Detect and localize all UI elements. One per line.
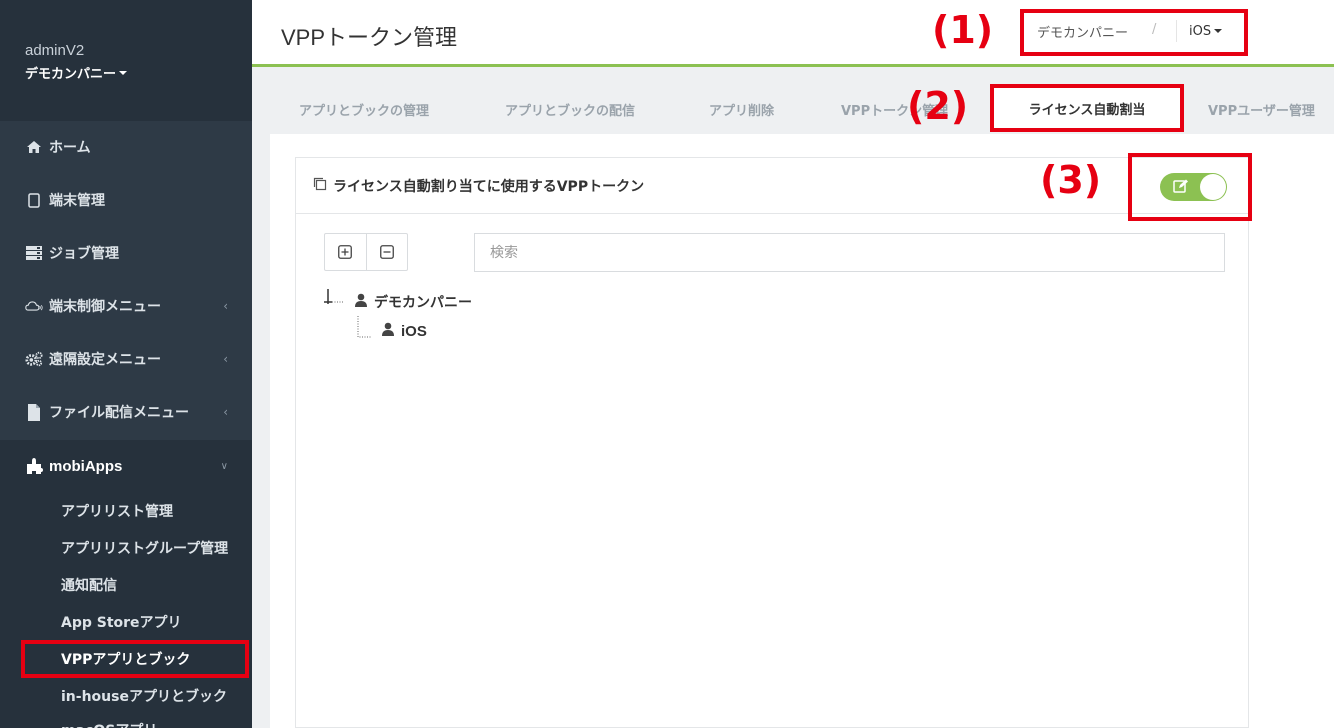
sidebar-item-device-control[interactable]: 端末制御メニュー ‹ <box>0 286 252 326</box>
plus-square-icon <box>338 245 353 259</box>
sidebar-item-label: ジョブ管理 <box>49 246 119 262</box>
cogs-icon <box>25 350 43 368</box>
cloud-icon <box>25 297 43 315</box>
os-selector[interactable]: iOS <box>1176 20 1240 42</box>
sidebar-item-home[interactable]: ホーム <box>0 127 252 167</box>
tree-node-label: iOS <box>401 322 427 340</box>
sidebar-item-remote-settings[interactable]: 遠隔設定メニュー ‹ <box>0 339 252 379</box>
annotation-1: (1) <box>932 8 994 52</box>
tree-node-company[interactable]: デモカンパニー <box>354 292 472 312</box>
chevron-left-icon: ‹ <box>223 299 228 313</box>
highlight-vpp-apps <box>21 640 249 678</box>
breadcrumb-separator: / <box>1152 22 1157 37</box>
box-title-text: ライセンス自動割り当てに使用するVPPトークン <box>333 179 645 195</box>
user-icon <box>354 293 368 311</box>
chevron-left-icon: ‹ <box>223 405 228 419</box>
subnav-app-list[interactable]: アプリリスト管理 <box>61 501 173 521</box>
home-icon <box>25 138 43 156</box>
page-title: VPPトークン管理 <box>281 25 458 50</box>
subnav-app-list-group[interactable]: アプリリストグループ管理 <box>61 538 228 558</box>
subnav-macos-apps[interactable]: macOSアプリ <box>61 720 157 728</box>
breadcrumb-company[interactable]: デモカンパニー <box>1037 22 1128 41</box>
minus-square-icon <box>380 245 394 259</box>
sidebar-item-jobs[interactable]: ジョブ管理 <box>0 233 252 273</box>
chevron-down-icon: ∨ <box>220 460 228 472</box>
sidebar-item-mobiapps[interactable]: mobiApps ∨ <box>0 446 252 486</box>
sidebar-item-label: ファイル配信メニュー <box>49 405 189 421</box>
annotation-3: (3) <box>1040 158 1102 202</box>
sidebar-item-label: 端末制御メニュー <box>49 299 161 315</box>
collapse-all-button[interactable] <box>365 234 407 270</box>
expand-all-button[interactable] <box>325 234 366 270</box>
caret-down-icon <box>119 70 128 75</box>
subnav-app-store-apps[interactable]: App Storeアプリ <box>61 612 182 632</box>
box-title: ライセンス自動割り当てに使用するVPPトークン <box>312 176 644 196</box>
tree-buttons <box>324 233 408 271</box>
edit-toggle[interactable] <box>1160 173 1227 201</box>
server-icon <box>25 244 43 262</box>
tab-app-book-manage[interactable]: アプリとブックの管理 <box>299 100 429 119</box>
copy-icon <box>312 176 328 196</box>
tree-node-ios[interactable]: iOS <box>381 322 427 340</box>
sidebar-header: adminV2 デモカンパニー <box>0 0 252 121</box>
chevron-left-icon: ‹ <box>223 352 228 366</box>
search-input[interactable] <box>474 233 1225 272</box>
subnav-notification[interactable]: 通知配信 <box>61 575 117 595</box>
tab-license-auto-assign[interactable]: ライセンス自動割当 <box>990 84 1184 132</box>
sidebar-item-label: 端末管理 <box>49 193 105 209</box>
tab-app-book-delivery[interactable]: アプリとブックの配信 <box>505 100 635 119</box>
company-selector[interactable]: デモカンパニー <box>25 63 128 82</box>
sidebar-item-devices[interactable]: 端末管理 <box>0 180 252 220</box>
tree-node-label: デモカンパニー <box>374 295 472 311</box>
sidebar-item-label: 遠隔設定メニュー <box>49 352 161 368</box>
tab-app-delete[interactable]: アプリ削除 <box>709 100 774 119</box>
annotation-2: (2) <box>907 84 969 128</box>
caret-down-icon <box>1214 29 1223 33</box>
sidebar-item-file-delivery[interactable]: ファイル配信メニュー ‹ <box>0 392 252 432</box>
sidebar-item-label: mobiApps <box>49 457 123 475</box>
tablet-icon <box>25 191 43 209</box>
sidebar: adminV2 デモカンパニー ホーム 端末管理 ジョブ管理 端末制御メニュー … <box>0 0 252 728</box>
company-name: デモカンパニー <box>25 67 117 82</box>
user-icon <box>381 322 395 340</box>
os-label: iOS <box>1189 23 1212 39</box>
puzzle-icon <box>25 457 43 475</box>
toggle-knob <box>1200 174 1226 200</box>
user-name: adminV2 <box>25 42 85 59</box>
edit-icon <box>1173 179 1189 198</box>
file-icon <box>25 403 43 421</box>
subnav-inhouse-apps[interactable]: in-houseアプリとブック <box>61 686 227 706</box>
tab-vpp-users[interactable]: VPPユーザー管理 <box>1208 100 1315 119</box>
sidebar-item-label: ホーム <box>49 140 91 156</box>
